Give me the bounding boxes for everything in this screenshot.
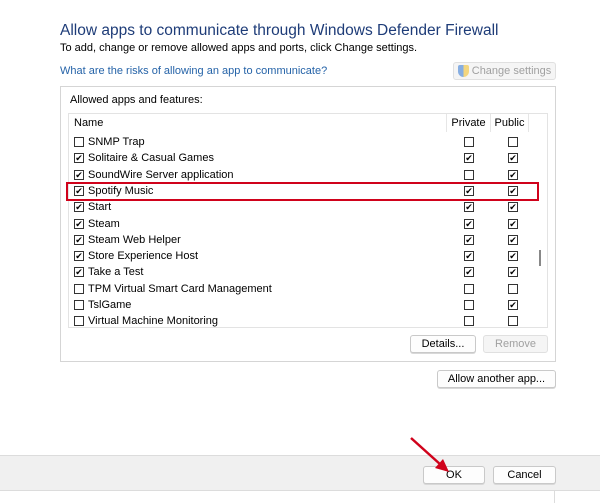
table-row[interactable]: ✔ Store Experience Host ✔ ✔ — [69, 248, 539, 264]
change-settings-label: Change settings — [471, 65, 552, 77]
public-checkbox[interactable]: ✔ — [508, 234, 518, 245]
table-row[interactable]: ✔ Take a Test ✔ ✔ — [69, 264, 539, 280]
app-name: Start — [88, 201, 112, 214]
private-checkbox[interactable] — [464, 169, 474, 180]
public-checkbox[interactable] — [508, 316, 518, 327]
app-name: Virtual Machine Monitoring — [88, 315, 219, 328]
private-checkbox[interactable]: ✔ — [464, 251, 474, 262]
private-checkbox[interactable] — [464, 316, 474, 327]
enabled-checkbox[interactable] — [74, 300, 84, 310]
risks-link[interactable]: What are the risks of allowing an app to… — [60, 65, 327, 77]
public-checkbox[interactable]: ✔ — [508, 218, 518, 229]
enabled-checkbox[interactable]: ✔ — [74, 267, 84, 278]
enabled-checkbox[interactable]: ✔ — [74, 169, 84, 180]
enabled-checkbox[interactable]: ✔ — [74, 218, 84, 229]
private-checkbox[interactable]: ✔ — [464, 218, 474, 229]
column-header-private[interactable]: Private — [447, 114, 491, 132]
scrollbar-thumb[interactable] — [539, 250, 541, 266]
table-row[interactable]: ✔ SoundWire Server application ✔ — [69, 167, 539, 183]
annotation-arrow-icon — [410, 437, 449, 472]
column-header-public[interactable]: Public — [491, 114, 529, 132]
private-checkbox[interactable]: ✔ — [464, 234, 474, 245]
bottom-strip — [0, 490, 600, 503]
public-checkbox[interactable]: ✔ — [508, 267, 518, 278]
public-checkbox[interactable]: ✔ — [508, 300, 518, 310]
app-name: Steam — [88, 217, 120, 230]
enabled-checkbox[interactable]: ✔ — [74, 234, 84, 245]
app-name: SNMP Trap — [88, 136, 145, 148]
details-button[interactable]: Details... — [410, 335, 476, 353]
enabled-checkbox[interactable] — [74, 283, 84, 294]
apps-table: Name Private Public SNMP Trap ✔ Solitaire … — [68, 113, 548, 328]
private-checkbox[interactable] — [464, 137, 474, 147]
public-checkbox[interactable]: ✔ — [508, 251, 518, 262]
app-name: TslGame — [88, 299, 132, 311]
table-row[interactable]: ✔ Steam ✔ ✔ — [69, 216, 539, 232]
column-header-name[interactable]: Name — [69, 114, 447, 132]
app-name: Solitaire & Casual Games — [88, 152, 214, 165]
change-settings-button[interactable]: Change settings — [453, 62, 556, 80]
public-checkbox[interactable]: ✔ — [508, 153, 518, 164]
enabled-checkbox[interactable] — [74, 137, 84, 147]
remove-button[interactable]: Remove — [483, 335, 548, 353]
allow-another-app-button[interactable]: Allow another app... — [437, 370, 556, 388]
enabled-checkbox[interactable]: ✔ — [74, 202, 84, 213]
table-row[interactable]: ✔ Steam Web Helper ✔ ✔ — [69, 232, 539, 248]
app-name: Take a Test — [88, 266, 144, 279]
table-row[interactable]: TslGame ✔ — [69, 297, 539, 313]
public-checkbox[interactable]: ✔ — [508, 169, 518, 180]
app-name: TPM Virtual Smart Card Management — [88, 282, 272, 295]
page-title: Allow apps to communicate through Window… — [60, 22, 499, 39]
table-row[interactable]: SNMP Trap — [69, 134, 539, 150]
uac-shield-icon — [457, 65, 469, 77]
public-checkbox[interactable] — [508, 137, 518, 147]
enabled-checkbox[interactable]: ✔ — [74, 251, 84, 262]
enabled-checkbox[interactable] — [74, 316, 84, 327]
table-row[interactable]: Virtual Machine Monitoring — [69, 313, 539, 328]
table-row[interactable]: ✔ Start ✔ ✔ — [69, 199, 539, 215]
enabled-checkbox[interactable]: ✔ — [74, 153, 84, 164]
table-row[interactable]: ✔ Solitaire & Casual Games ✔ ✔ — [69, 150, 539, 166]
app-name: SoundWire Server application — [88, 168, 234, 181]
app-name: Store Experience Host — [88, 250, 199, 263]
table-row[interactable]: TPM Virtual Smart Card Management — [69, 281, 539, 297]
page-subtitle: To add, change or remove allowed apps an… — [60, 42, 418, 54]
public-checkbox[interactable] — [508, 283, 518, 294]
private-checkbox[interactable]: ✔ — [464, 267, 474, 278]
private-checkbox[interactable]: ✔ — [464, 202, 474, 213]
private-checkbox[interactable]: ✔ — [464, 153, 474, 164]
private-checkbox[interactable] — [464, 300, 474, 310]
highlight-box — [66, 182, 539, 201]
divider — [554, 490, 555, 503]
public-checkbox[interactable]: ✔ — [508, 202, 518, 213]
private-checkbox[interactable] — [464, 283, 474, 294]
app-name: Steam Web Helper — [88, 233, 181, 246]
group-label: Allowed apps and features: — [70, 94, 203, 106]
cancel-button[interactable]: Cancel — [493, 466, 556, 484]
